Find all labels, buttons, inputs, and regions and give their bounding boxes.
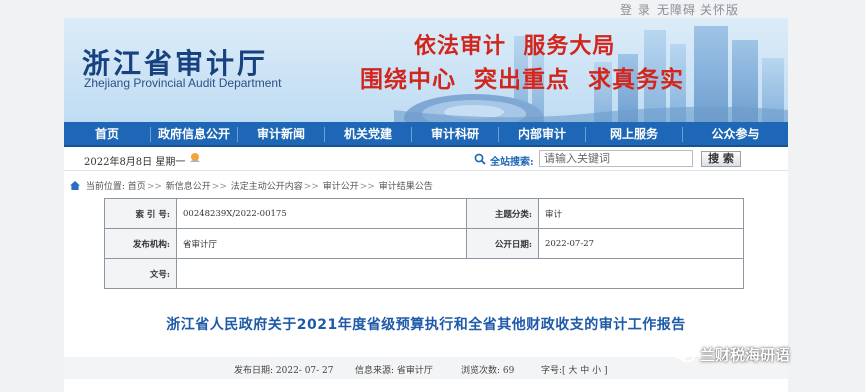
document-number-label: 文号: xyxy=(104,258,177,289)
search-input[interactable] xyxy=(539,150,693,167)
location-icon xyxy=(70,181,80,190)
accessibility-link[interactable]: 无障碍 xyxy=(657,1,696,18)
breadcrumb-item-audit-disclosure[interactable]: 审计公开 xyxy=(323,182,359,192)
nav-item-home[interactable]: 首页 xyxy=(64,122,150,147)
nav-item-audit-news[interactable]: 审计新闻 xyxy=(238,122,324,147)
breadcrumb-separator: >> xyxy=(211,182,227,192)
nav-item-gov-info[interactable]: 政府信息公开 xyxy=(151,122,237,147)
login-link[interactable]: 登 录 xyxy=(620,1,651,18)
document-meta-table: 索 引 号: 00248239X/2022-00175 主题分类: 审计 发布机… xyxy=(104,198,744,289)
breadcrumb: 当前位置: 首页>> 新信息公开>> 法定主动公开内容>> 审计公开>> 审计结… xyxy=(70,179,433,192)
search-button[interactable]: 搜 索 xyxy=(701,151,741,167)
slogan-line-1: 依法审计 服务大局 xyxy=(414,33,616,59)
search-icon xyxy=(474,153,486,165)
search-label: 全站搜索: xyxy=(490,157,534,168)
nav-item-party-building[interactable]: 机关党建 xyxy=(325,122,411,147)
breadcrumb-separator: >> xyxy=(359,182,375,192)
publish-date: 发布日期: 2022- 07- 27 xyxy=(234,366,334,376)
breadcrumb-separator: >> xyxy=(146,182,162,192)
info-source: 信息来源: 省审计厅 xyxy=(355,366,433,376)
slogan-line-2: 围绕中心 突出重点 求真务实 xyxy=(360,66,685,93)
main-nav: 首页 政府信息公开 审计新闻 机关党建 审计科研 内部审计 网上服务 公众参与 xyxy=(64,122,788,147)
view-count: 浏览次数: 69 xyxy=(461,366,515,376)
nav-item-audit-research[interactable]: 审计科研 xyxy=(412,122,498,147)
site-banner: 浙江省审计厅 Zhejiang Provincial Audit Departm… xyxy=(64,18,788,122)
table-row: 文号: xyxy=(104,258,744,289)
publish-date-label: 公开日期: xyxy=(466,228,539,259)
publish-date-value: 2022-07-27 xyxy=(538,228,744,259)
site-title-english: Zhejiang Provincial Audit Department xyxy=(84,76,282,90)
nav-item-internal-audit[interactable]: 内部审计 xyxy=(499,122,585,147)
breadcrumb-item-home[interactable]: 首页 xyxy=(128,182,146,192)
nav-item-online-service[interactable]: 网上服务 xyxy=(586,122,682,147)
breadcrumb-separator: >> xyxy=(303,182,319,192)
document-number-value xyxy=(176,258,744,289)
category-label: 主题分类: xyxy=(466,198,539,229)
issuer-label: 发布机构: xyxy=(104,228,177,259)
font-size-selector[interactable]: 字号:[ 大 中 小 ] xyxy=(541,363,608,376)
issuer-value: 省审计厅 xyxy=(176,228,467,259)
index-number-value: 00248239X/2022-00175 xyxy=(176,198,467,229)
wechat-icon xyxy=(672,344,696,363)
breadcrumb-item-audit-results[interactable]: 审计结果公告 xyxy=(379,182,433,192)
current-date: 2022年8月8日 星期一 xyxy=(84,157,186,168)
document-title: 浙江省人民政府关于2021年度省级预算执行和全省其他财政收支的审计工作报告 xyxy=(166,317,686,333)
weather-icon xyxy=(190,153,200,162)
info-bar: 2022年8月8日 星期一 全站搜索: 搜 索 xyxy=(64,147,788,171)
nav-item-public-participation[interactable]: 公众参与 xyxy=(683,122,788,147)
breadcrumb-item-statutory-content[interactable]: 法定主动公开内容 xyxy=(231,182,303,192)
index-number-label: 索 引 号: xyxy=(104,198,177,229)
breadcrumb-prefix: 当前位置: xyxy=(85,182,125,192)
category-value: 审计 xyxy=(538,198,744,229)
watermark-text: 兰财税海研语 xyxy=(700,346,791,364)
breadcrumb-item-info-disclosure[interactable]: 新信息公开 xyxy=(166,182,211,192)
care-mode-link[interactable]: 关怀版 xyxy=(700,1,739,18)
table-row: 发布机构: 省审计厅 公开日期: 2022-07-27 xyxy=(104,228,744,259)
table-row: 索 引 号: 00248239X/2022-00175 主题分类: 审计 xyxy=(104,198,744,229)
top-utility-links: 登 录 无障碍 关怀版 xyxy=(600,0,865,18)
